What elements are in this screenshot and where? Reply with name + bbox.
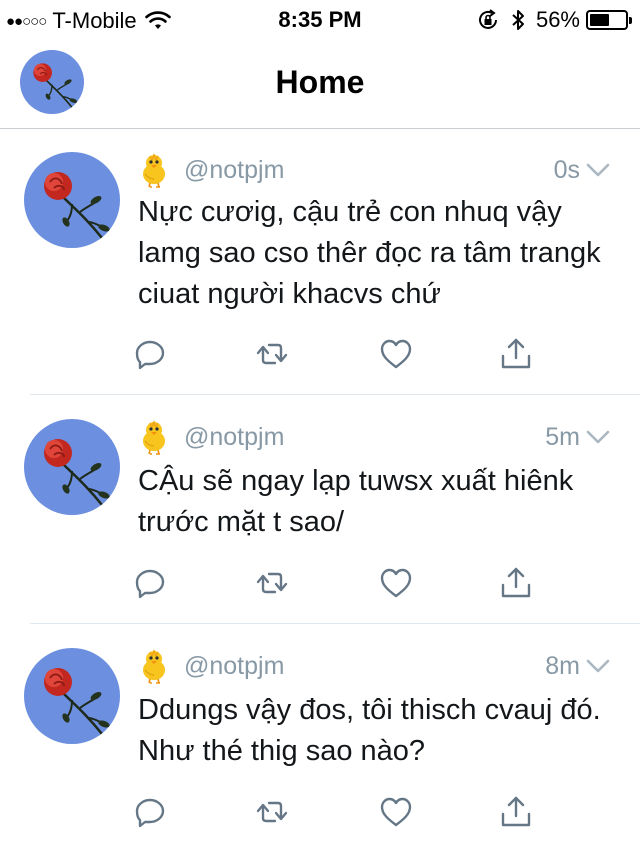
- tweet-header: @notpjm 8m: [136, 648, 610, 684]
- reply-button[interactable]: [132, 794, 168, 830]
- rose-avatar-image: [24, 152, 120, 248]
- share-icon: [501, 796, 531, 827]
- tweet-divider: [30, 623, 640, 624]
- tweet-actions: [132, 336, 552, 376]
- nav-bar: Home: [0, 40, 640, 129]
- retweet-icon: [256, 572, 288, 594]
- like-button[interactable]: [378, 336, 414, 372]
- retweet-button[interactable]: [254, 565, 290, 601]
- tweet-timestamp: 8m: [545, 651, 580, 680]
- tweet-handle[interactable]: @notpjm: [184, 423, 284, 452]
- tweet-divider: [30, 394, 640, 395]
- rose-avatar-image: [24, 648, 120, 744]
- tweet-text: Ddungs vậy đos, tôi thisch cvauj đó. Như…: [138, 694, 601, 767]
- tweet-actions: [132, 794, 552, 834]
- share-button[interactable]: [498, 794, 534, 830]
- tweet-avatar[interactable]: [24, 419, 120, 515]
- retweet-icon: [256, 801, 288, 823]
- status-right: 56%: [476, 7, 632, 33]
- tweet-timestamp: 0s: [553, 155, 580, 184]
- page-title: Home: [275, 64, 365, 100]
- reply-icon: [135, 798, 165, 828]
- battery-icon: [586, 10, 632, 30]
- status-bar: ●●○○○ T-Mobile 8:35 PM 56%: [0, 0, 640, 40]
- like-icon: [380, 797, 412, 827]
- chick-emoji-icon: [143, 648, 165, 684]
- reply-button[interactable]: [132, 565, 168, 601]
- share-button[interactable]: [498, 336, 534, 372]
- share-icon: [501, 338, 531, 369]
- chevron-down-icon[interactable]: [586, 658, 610, 674]
- like-icon: [380, 568, 412, 598]
- chevron-down-icon[interactable]: [586, 162, 610, 178]
- chick-emoji-icon: [143, 419, 165, 455]
- tweet-timestamp: 5m: [545, 422, 580, 451]
- tweet-text: CẬu sẽ ngay lạp tuwsx xuất hiênk trước m…: [138, 465, 574, 538]
- tweet-avatar[interactable]: [24, 152, 120, 248]
- tweet-header: @notpjm 5m: [136, 419, 610, 455]
- share-button[interactable]: [498, 565, 534, 601]
- tweet-actions: [132, 565, 552, 605]
- battery-percent: 56%: [535, 7, 580, 32]
- tweet-text: Nực cươig, cậu trẻ con nhuq vậy lamg sao…: [138, 196, 601, 310]
- retweet-icon: [256, 343, 288, 365]
- share-icon: [501, 567, 531, 598]
- reply-button[interactable]: [132, 336, 168, 372]
- reply-icon: [135, 340, 165, 370]
- chick-emoji-icon: [143, 152, 165, 188]
- like-icon: [380, 339, 412, 369]
- tweet-avatar[interactable]: [24, 648, 120, 744]
- rose-avatar-image: [24, 419, 120, 515]
- retweet-button[interactable]: [254, 794, 290, 830]
- bluetooth-icon: [512, 10, 524, 30]
- battery-fill: [590, 14, 610, 26]
- tweet-handle[interactable]: @notpjm: [184, 156, 284, 185]
- like-button[interactable]: [378, 565, 414, 601]
- like-button[interactable]: [378, 794, 414, 830]
- rotation-lock-icon: [478, 9, 497, 29]
- retweet-button[interactable]: [254, 336, 290, 372]
- reply-icon: [135, 569, 165, 599]
- tweet-handle[interactable]: @notpjm: [184, 652, 284, 681]
- battery-nub: [629, 17, 632, 24]
- chevron-down-icon[interactable]: [586, 429, 610, 445]
- tweet-header: @notpjm 0s: [136, 152, 610, 188]
